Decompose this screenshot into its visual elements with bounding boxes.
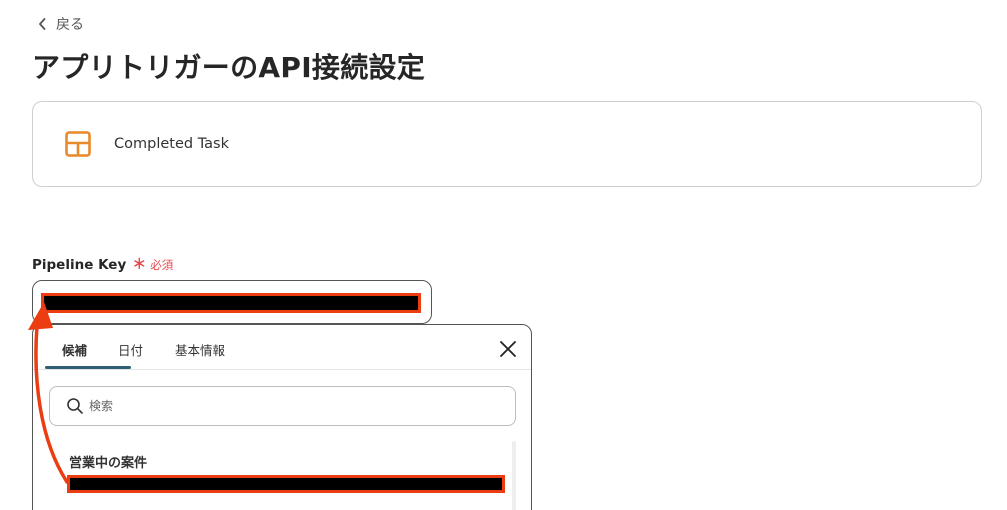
back-link[interactable]: 戻る xyxy=(37,13,84,35)
pipeline-key-label: Pipeline Key ＊ 必須 xyxy=(32,254,173,274)
scrollbar[interactable] xyxy=(512,441,516,510)
search-box[interactable] xyxy=(49,386,516,426)
page-title: アプリトリガーのAPI接続設定 xyxy=(32,51,426,84)
tab-candidates[interactable]: 候補 xyxy=(62,340,87,359)
pipeline-key-input[interactable] xyxy=(32,280,432,324)
required-mark: ＊ xyxy=(132,257,147,273)
close-icon[interactable] xyxy=(499,340,517,358)
trigger-name: Completed Task xyxy=(114,136,229,152)
tab-basic-info[interactable]: 基本情報 xyxy=(175,340,225,359)
search-input[interactable] xyxy=(89,399,489,413)
option-item-redacted[interactable] xyxy=(67,475,505,493)
table-layout-icon xyxy=(65,131,91,157)
trigger-card: Completed Task xyxy=(32,101,982,187)
required-text: 必須 xyxy=(150,258,174,272)
popup-tabs: 候補 日付 基本情報 xyxy=(33,325,531,370)
field-label-text: Pipeline Key xyxy=(32,257,127,273)
tab-date[interactable]: 日付 xyxy=(118,340,143,359)
redacted-value xyxy=(41,293,421,313)
active-tab-indicator xyxy=(45,366,131,369)
option-group-title: 営業中の案件 xyxy=(69,456,148,471)
back-label: 戻る xyxy=(56,17,84,33)
search-icon xyxy=(67,398,83,414)
chevron-left-icon xyxy=(39,18,46,30)
candidate-popup: 候補 日付 基本情報 営業中の案件 xyxy=(32,324,532,510)
